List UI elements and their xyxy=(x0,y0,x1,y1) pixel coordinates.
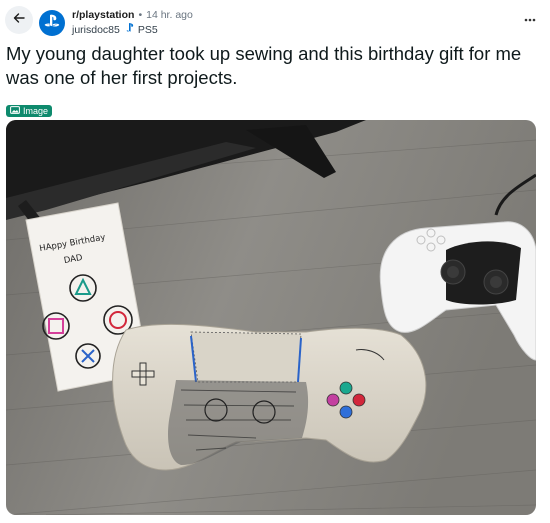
back-button[interactable] xyxy=(5,6,33,34)
flair-label: PS5 xyxy=(137,23,158,36)
photo-scene: HAppy Birthday DAD xyxy=(6,120,536,515)
image-icon xyxy=(10,105,20,117)
post-title[interactable]: My young daughter took up sewing and thi… xyxy=(6,42,544,90)
subreddit-name[interactable]: r/playstation xyxy=(72,8,134,22)
more-options-button[interactable] xyxy=(524,10,536,25)
playstation-logo-icon xyxy=(44,14,60,33)
post-type-label: Image xyxy=(23,106,49,116)
post-meta: r/playstation • 14 hr. ago jurisdoc85 PS… xyxy=(72,8,193,37)
arrow-left-icon xyxy=(12,11,26,30)
subreddit-avatar[interactable] xyxy=(39,10,65,36)
post-image[interactable]: HAppy Birthday DAD xyxy=(6,120,536,515)
post-type-badge: Image xyxy=(6,105,53,117)
controller-flair-icon xyxy=(126,22,136,37)
user-flair: PS5 xyxy=(126,22,158,37)
more-dots-icon xyxy=(524,10,536,25)
author-name[interactable]: jurisdoc85 xyxy=(72,23,120,37)
post-time: 14 hr. ago xyxy=(146,9,193,21)
meta-separator: • xyxy=(138,9,143,21)
